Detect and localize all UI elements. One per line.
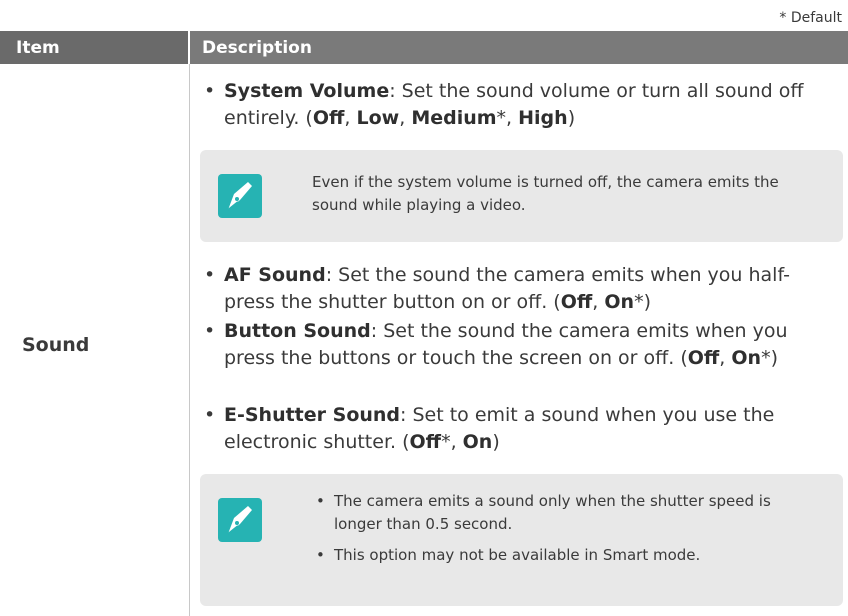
bullet-system-volume: • System Volume: Set the sound volume or… xyxy=(204,78,824,132)
option: On xyxy=(462,431,493,453)
option-sep: , xyxy=(399,107,412,129)
bullet-text: AF Sound: Set the sound the camera emits… xyxy=(204,262,824,316)
default-note: * Default xyxy=(779,10,842,26)
item-cell: Sound xyxy=(0,64,190,616)
note-2-item: This option may not be available in Smar… xyxy=(312,544,812,567)
option: Off xyxy=(312,107,345,129)
bullet-label: System Volume xyxy=(224,80,390,102)
note-2-list: The camera emits a sound only when the s… xyxy=(312,490,812,575)
bullet-dot: • xyxy=(204,404,216,426)
option-sep: *, xyxy=(496,107,519,129)
bullet-close: ) xyxy=(643,291,651,313)
bullet-button-sound: • Button Sound: Set the sound the camera… xyxy=(204,318,824,372)
bullet-af-sound: • AF Sound: Set the sound the camera emi… xyxy=(204,262,824,316)
bullet-dot: • xyxy=(204,264,216,286)
bullet-label: E-Shutter Sound xyxy=(224,404,401,426)
bullet-label: Button Sound xyxy=(224,320,371,342)
option-sep: *, xyxy=(441,431,463,453)
option-sep: , xyxy=(719,347,732,369)
note-2-item: The camera emits a sound only when the s… xyxy=(312,490,812,536)
bullet-e-shutter-sound: • E-Shutter Sound: Set to emit a sound w… xyxy=(204,402,824,456)
bullet-close: ) xyxy=(492,431,500,453)
option-sep: * xyxy=(634,291,644,313)
table-row: Sound • System Volume: Set the sound vol… xyxy=(0,64,848,616)
pen-nib-icon xyxy=(218,174,262,218)
note-box-1: Even if the system volume is turned off,… xyxy=(200,150,843,242)
bullet-close: ) xyxy=(770,347,778,369)
option: On xyxy=(731,347,762,369)
option: Low xyxy=(356,107,400,129)
option-sep: * xyxy=(761,347,771,369)
item-label: Sound xyxy=(22,334,90,356)
header-description: Description xyxy=(190,31,848,64)
bullet-dot: • xyxy=(204,320,216,342)
option: Medium xyxy=(411,107,497,129)
bullet-text: System Volume: Set the sound volume or t… xyxy=(204,78,824,132)
table-header: Item Description xyxy=(0,31,848,64)
option: High xyxy=(518,107,568,129)
bullet-dot: • xyxy=(204,80,216,102)
option-sep: , xyxy=(592,291,605,313)
option: Off xyxy=(409,431,442,453)
header-item: Item xyxy=(0,31,190,64)
option: Off xyxy=(560,291,593,313)
option: On xyxy=(604,291,635,313)
pen-nib-icon xyxy=(218,498,262,542)
note-1-text: Even if the system volume is turned off,… xyxy=(312,173,779,214)
bullet-text: E-Shutter Sound: Set to emit a sound whe… xyxy=(204,402,824,456)
bullet-text: Button Sound: Set the sound the camera e… xyxy=(204,318,824,372)
note-box-2: The camera emits a sound only when the s… xyxy=(200,474,843,606)
option-sep: , xyxy=(344,107,357,129)
option: Off xyxy=(687,347,720,369)
bullet-close: ) xyxy=(567,107,576,129)
bullet-label: AF Sound xyxy=(224,264,326,286)
